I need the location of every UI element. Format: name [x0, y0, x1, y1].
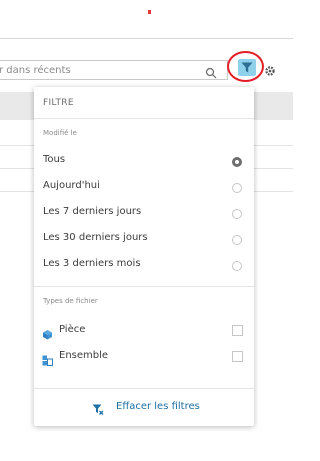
search-icon[interactable] — [205, 64, 217, 79]
option-label: Les 30 derniers jours — [43, 232, 148, 243]
radio-30-days[interactable] — [232, 235, 242, 245]
notification-dot — [148, 10, 151, 14]
filter-dropdown: FILTRE Modifié le Tous Aujourd'hui Les 7… — [34, 87, 254, 426]
search-box — [0, 60, 228, 80]
assembly-icon — [42, 351, 53, 366]
dropdown-title: FILTRE — [43, 98, 74, 108]
modified-section-label: Modifié le — [43, 129, 77, 137]
option-label: Tous — [43, 154, 66, 165]
gear-icon[interactable] — [264, 62, 276, 76]
option-label: Les 3 derniers mois — [43, 258, 141, 269]
search-input[interactable] — [0, 61, 199, 79]
option-label: Aujourd'hui — [43, 180, 100, 191]
header-divider — [0, 38, 293, 39]
clear-filter-icon — [92, 401, 104, 415]
dropdown-divider — [34, 118, 254, 119]
dropdown-divider — [34, 388, 254, 389]
option-label: Les 7 derniers jours — [43, 206, 142, 217]
checkbox-assembly[interactable] — [232, 351, 243, 362]
radio-7-days[interactable] — [232, 209, 242, 219]
part-icon — [42, 325, 53, 340]
file-type-label: Ensemble — [59, 350, 109, 361]
radio-today[interactable] — [232, 183, 242, 193]
dropdown-divider — [34, 286, 254, 287]
page: FILTRE Modifié le Tous Aujourd'hui Les 7… — [0, 0, 293, 461]
highlight-annotation — [227, 51, 264, 82]
file-type-label: Pièce — [59, 324, 86, 335]
checkbox-part[interactable] — [232, 325, 243, 336]
clear-filters-label: Effacer les filtres — [116, 401, 200, 412]
radio-all[interactable] — [232, 157, 242, 167]
file-types-section-label: Types de fichier — [43, 297, 98, 305]
radio-3-months[interactable] — [232, 261, 242, 271]
